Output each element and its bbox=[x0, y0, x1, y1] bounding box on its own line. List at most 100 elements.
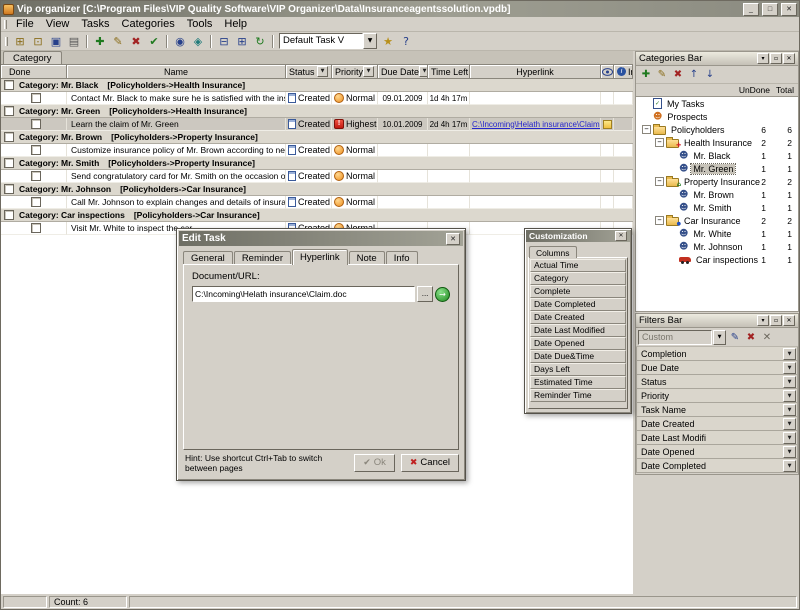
priority-filter-icon[interactable]: ▼ bbox=[363, 66, 374, 77]
filter-dropdown-icon[interactable]: ▼ bbox=[783, 348, 796, 360]
edit-task-tab-hyperlink[interactable]: Hyperlink bbox=[292, 249, 348, 265]
tree-expander-icon[interactable]: − bbox=[655, 138, 664, 147]
category-checkbox[interactable] bbox=[4, 80, 14, 90]
menu-grip[interactable] bbox=[4, 20, 7, 29]
save-icon[interactable]: ▣ bbox=[47, 33, 65, 49]
tree-item[interactable]: ☻Mr. Smith11 bbox=[636, 201, 798, 214]
document-url-input[interactable]: C:\Incoming\Helath insurance\Claim.doc bbox=[192, 286, 415, 302]
tree-item[interactable]: ☻Mr. Black11 bbox=[636, 149, 798, 162]
customization-column-item[interactable]: Date Opened bbox=[530, 337, 626, 350]
print-icon[interactable]: ▤ bbox=[65, 33, 83, 49]
view-notes-icon[interactable]: ◉ bbox=[171, 33, 189, 49]
header-time-left[interactable]: Time Left bbox=[428, 65, 470, 79]
filters-bar-close-button[interactable]: ✕ bbox=[783, 315, 795, 326]
category-checkbox[interactable] bbox=[4, 184, 14, 194]
header-notes[interactable] bbox=[601, 65, 614, 79]
clear-filter-icon[interactable]: ✖ bbox=[743, 329, 759, 345]
menu-tasks[interactable]: Tasks bbox=[75, 17, 115, 31]
customization-close-button[interactable]: ✕ bbox=[615, 231, 627, 241]
tree-item[interactable]: −●Car Insurance22 bbox=[636, 214, 798, 227]
filters-bar-pin-button[interactable]: ▫ bbox=[770, 315, 782, 326]
new-task-icon[interactable]: ✚ bbox=[91, 33, 109, 49]
tree-item[interactable]: ☻Mr. White11 bbox=[636, 227, 798, 240]
category-checkbox[interactable] bbox=[4, 210, 14, 220]
task-checkbox[interactable] bbox=[31, 223, 41, 233]
move-category-down-icon[interactable]: ↓ bbox=[702, 67, 718, 83]
tree-item[interactable]: ☻Mr. Johnson11 bbox=[636, 240, 798, 253]
header-priority[interactable]: Priority▼ bbox=[332, 65, 378, 79]
tree-item[interactable]: ☻Prospects bbox=[636, 110, 798, 123]
ok-button[interactable]: ✔Ok bbox=[354, 454, 395, 472]
tree-expander-icon[interactable]: − bbox=[655, 216, 664, 225]
task-row[interactable]: Call Mr. Johnson to explain changes and … bbox=[1, 196, 633, 209]
complete-task-icon[interactable]: ✔ bbox=[145, 33, 163, 49]
task-checkbox[interactable] bbox=[31, 145, 41, 155]
menu-view[interactable]: View bbox=[40, 17, 76, 31]
due-date-filter-icon[interactable]: ▼ bbox=[419, 66, 428, 77]
category-row[interactable]: Category: Mr. Black[Policyholders->Healt… bbox=[1, 79, 633, 92]
open-database-icon[interactable]: ⊡ bbox=[29, 33, 47, 49]
customization-column-item[interactable]: Estimated Time bbox=[530, 376, 626, 389]
categories-bar-close-button[interactable]: ✕ bbox=[783, 53, 795, 64]
edit-category-icon[interactable]: ✎ bbox=[654, 67, 670, 83]
tree-item[interactable]: Car inspections11 bbox=[636, 253, 798, 266]
new-category-icon[interactable]: ✚ bbox=[638, 67, 654, 83]
move-category-up-icon[interactable]: ↑ bbox=[686, 67, 702, 83]
tab-category[interactable]: Category bbox=[3, 51, 62, 64]
category-row[interactable]: Category: Mr. Brown[Policyholders->Prope… bbox=[1, 131, 633, 144]
task-row[interactable]: Customize insurance policy of Mr. Brown … bbox=[1, 144, 633, 157]
filters-bar-toggle-icon[interactable]: ⊞ bbox=[233, 33, 251, 49]
refresh-icon[interactable]: ↻ bbox=[251, 33, 269, 49]
edit-task-icon[interactable]: ✎ bbox=[109, 33, 127, 49]
filter-preset-dropdown-icon[interactable]: ▼ bbox=[713, 330, 726, 345]
task-checkbox[interactable] bbox=[31, 119, 41, 129]
tree-item[interactable]: ✓My Tasks bbox=[636, 97, 798, 110]
new-database-icon[interactable]: ⊞ bbox=[11, 33, 29, 49]
menu-categories[interactable]: Categories bbox=[116, 17, 181, 31]
customization-column-item[interactable]: Category bbox=[530, 272, 626, 285]
menu-tools[interactable]: Tools bbox=[181, 17, 219, 31]
task-row[interactable]: Send congratulatory card for Mr. Smith o… bbox=[1, 170, 633, 183]
undone-column-header[interactable]: UnDone bbox=[739, 85, 770, 95]
edit-filter-icon[interactable]: ✎ bbox=[727, 329, 743, 345]
minimize-button[interactable]: _ bbox=[743, 3, 759, 16]
open-hyperlink-button[interactable]: → bbox=[435, 287, 450, 302]
tab-columns[interactable]: Columns bbox=[529, 246, 577, 258]
filter-dropdown-icon[interactable]: ▼ bbox=[783, 418, 796, 430]
hyperlink-link[interactable]: C:\Incoming\Helath insurance\Claim.doc bbox=[472, 120, 600, 129]
tree-expander-icon[interactable]: − bbox=[642, 125, 651, 134]
task-template-combo[interactable]: Default Task V▼ bbox=[279, 33, 377, 49]
header-hyperlink[interactable]: Hyperlink bbox=[470, 65, 601, 79]
delete-filter-icon[interactable]: ✕ bbox=[759, 329, 775, 345]
customization-column-item[interactable]: Date Completed bbox=[530, 298, 626, 311]
filter-preset-combo[interactable]: Custom bbox=[638, 330, 712, 345]
customization-column-item[interactable]: Reminder Time bbox=[530, 389, 626, 402]
total-column-header[interactable]: Total bbox=[776, 85, 794, 95]
edit-task-tab-general[interactable]: General bbox=[183, 251, 233, 265]
header-due-date[interactable]: Due Date▼ bbox=[378, 65, 428, 79]
filters-bar-menu-button[interactable]: ▾ bbox=[757, 315, 769, 326]
customization-column-item[interactable]: Complete bbox=[530, 285, 626, 298]
toolbar-grip[interactable] bbox=[5, 37, 8, 46]
categories-bar-toggle-icon[interactable]: ⊟ bbox=[215, 33, 233, 49]
header-done[interactable]: Done bbox=[1, 65, 67, 79]
template-star-icon[interactable]: ★ bbox=[379, 33, 397, 49]
customization-column-item[interactable]: Days Left bbox=[530, 363, 626, 376]
tree-item[interactable]: −Policyholders66 bbox=[636, 123, 798, 136]
menu-file[interactable]: File bbox=[10, 17, 40, 31]
task-checkbox[interactable] bbox=[31, 93, 41, 103]
menu-help[interactable]: Help bbox=[218, 17, 253, 31]
filter-dropdown-icon[interactable]: ▼ bbox=[783, 446, 796, 458]
maximize-button[interactable]: □ bbox=[762, 3, 778, 16]
customization-column-item[interactable]: Date Due&Time bbox=[530, 350, 626, 363]
category-row[interactable]: Category: Mr. Smith[Policyholders->Prope… bbox=[1, 157, 633, 170]
filter-dropdown-icon[interactable]: ▼ bbox=[783, 362, 796, 374]
header-name[interactable]: Name bbox=[67, 65, 286, 79]
hyperlink-icon[interactable]: ◈ bbox=[189, 33, 207, 49]
cancel-button[interactable]: ✖Cancel bbox=[401, 454, 459, 472]
tree-expander-icon[interactable]: − bbox=[655, 177, 664, 186]
status-filter-icon[interactable]: ▼ bbox=[317, 66, 328, 77]
template-dropdown-icon[interactable]: ▼ bbox=[363, 33, 377, 49]
tree-item[interactable]: ☻Mr. Brown11 bbox=[636, 188, 798, 201]
customization-column-item[interactable]: Actual Time bbox=[530, 259, 626, 272]
